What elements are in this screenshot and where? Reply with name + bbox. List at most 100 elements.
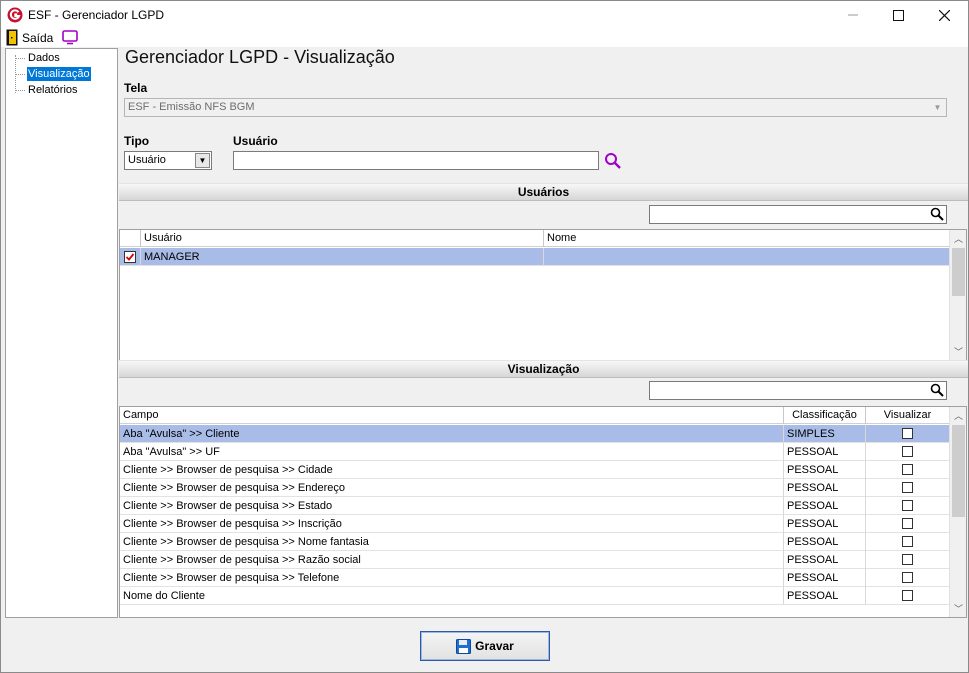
table-row[interactable]: Cliente >> Browser de pesquisa >> Nome f… <box>120 533 949 551</box>
chevron-down-icon[interactable]: ▼ <box>195 153 210 168</box>
checkbox-unchecked[interactable] <box>902 482 913 493</box>
table-row[interactable]: Aba "Avulsa" >> Cliente SIMPLES <box>120 425 949 443</box>
cell-classificacao: PESSOAL <box>784 587 866 605</box>
scroll-up-icon[interactable]: ︿ <box>950 230 966 247</box>
table-row[interactable]: Cliente >> Browser de pesquisa >> Telefo… <box>120 569 949 587</box>
checkbox-checked-icon[interactable] <box>124 251 136 263</box>
cell-visualizar[interactable] <box>866 461 949 479</box>
fields-vertical-scrollbar[interactable]: ︿ ﹀ <box>949 407 966 617</box>
checkbox-unchecked[interactable] <box>902 518 913 529</box>
scroll-down-icon[interactable]: ﹀ <box>950 343 966 360</box>
checkbox-unchecked[interactable] <box>902 536 913 547</box>
table-row[interactable]: Cliente >> Browser de pesquisa >> Cidade… <box>120 461 949 479</box>
tela-select-value: ESF - Emissão NFS BGM <box>128 101 255 113</box>
checkbox-unchecked[interactable] <box>902 428 913 439</box>
window-title: ESF - Gerenciador LGPD <box>28 8 165 22</box>
checkbox-unchecked[interactable] <box>902 464 913 475</box>
checkbox-unchecked[interactable] <box>902 590 913 601</box>
users-grid-header: Usuário Nome <box>120 230 949 247</box>
checkbox-unchecked[interactable] <box>902 554 913 565</box>
maximize-icon <box>892 9 904 21</box>
tipo-label: Tipo <box>124 134 150 148</box>
cell-classificacao: PESSOAL <box>784 515 866 533</box>
checkbox-unchecked[interactable] <box>902 500 913 511</box>
table-row[interactable]: Cliente >> Browser de pesquisa >> Endere… <box>120 479 949 497</box>
column-header-check <box>120 230 141 247</box>
minimize-icon <box>848 14 858 16</box>
app-window: ESF - Gerenciador LGPD Saída Dados Visua… <box>0 0 969 673</box>
view-filter-input[interactable] <box>649 381 947 400</box>
scroll-thumb[interactable] <box>952 425 965 517</box>
tela-label: Tela <box>124 81 148 95</box>
row-checkbox-cell[interactable] <box>120 248 141 266</box>
save-button[interactable]: Gravar <box>420 631 550 661</box>
maximize-button[interactable] <box>875 1 921 29</box>
tree-connector <box>15 90 25 91</box>
scroll-up-icon[interactable]: ︿ <box>950 407 966 424</box>
cell-campo: Cliente >> Browser de pesquisa >> Telefo… <box>120 569 784 587</box>
scroll-thumb[interactable] <box>952 248 965 296</box>
column-header-visualizar[interactable]: Visualizar <box>866 407 949 424</box>
fields-grid: Campo Classificação Visualizar Aba "Avul… <box>119 406 967 618</box>
table-row[interactable]: Cliente >> Browser de pesquisa >> Razão … <box>120 551 949 569</box>
cell-classificacao: PESSOAL <box>784 569 866 587</box>
close-button[interactable] <box>921 1 967 29</box>
column-header-campo[interactable]: Campo <box>120 407 784 424</box>
search-user-icon[interactable] <box>604 152 622 170</box>
cell-classificacao: SIMPLES <box>784 425 866 443</box>
cell-visualizar[interactable] <box>866 533 949 551</box>
cell-visualizar[interactable] <box>866 515 949 533</box>
cell-visualizar[interactable] <box>866 587 949 605</box>
table-row[interactable]: Aba "Avulsa" >> UF PESSOAL <box>120 443 949 461</box>
cell-campo: Cliente >> Browser de pesquisa >> Estado <box>120 497 784 515</box>
exit-door-icon <box>6 29 18 46</box>
cell-classificacao: PESSOAL <box>784 443 866 461</box>
tipo-select[interactable]: Usuário ▼ <box>124 151 212 170</box>
menu-bar: Saída <box>1 29 968 47</box>
checkbox-unchecked[interactable] <box>902 446 913 457</box>
cell-visualizar[interactable] <box>866 443 949 461</box>
search-icon[interactable] <box>930 383 944 397</box>
column-header-nome[interactable]: Nome <box>544 230 949 247</box>
view-section-header: Visualização <box>119 360 968 378</box>
minimize-button[interactable] <box>830 1 876 29</box>
tree-connector <box>15 58 25 59</box>
column-header-usuario[interactable]: Usuário <box>141 230 544 247</box>
monitor-icon[interactable] <box>62 30 78 45</box>
table-row[interactable]: Cliente >> Browser de pesquisa >> Inscri… <box>120 515 949 533</box>
table-row[interactable]: MANAGER <box>120 248 949 266</box>
cell-classificacao: PESSOAL <box>784 551 866 569</box>
chevron-down-icon: ▼ <box>933 103 942 112</box>
tree-connector <box>15 74 25 75</box>
cell-campo: Cliente >> Browser de pesquisa >> Razão … <box>120 551 784 569</box>
close-icon <box>938 9 950 21</box>
cell-visualizar[interactable] <box>866 479 949 497</box>
cell-visualizar[interactable] <box>866 551 949 569</box>
cell-classificacao: PESSOAL <box>784 479 866 497</box>
cell-visualizar[interactable] <box>866 425 949 443</box>
usuario-input[interactable] <box>233 151 599 170</box>
navigation-tree: Dados Visualização Relatórios <box>5 48 118 618</box>
usuario-label: Usuário <box>233 134 278 148</box>
search-icon[interactable] <box>930 207 944 221</box>
cell-classificacao: PESSOAL <box>784 533 866 551</box>
cell-campo: Aba "Avulsa" >> Cliente <box>120 425 784 443</box>
table-row[interactable]: Nome do Cliente PESSOAL <box>120 587 949 605</box>
menu-exit[interactable]: Saída <box>22 31 53 45</box>
tipo-select-value: Usuário <box>128 154 166 166</box>
cell-campo: Cliente >> Browser de pesquisa >> Inscri… <box>120 515 784 533</box>
users-vertical-scrollbar[interactable]: ︿ ﹀ <box>949 230 966 360</box>
tree-item-dados[interactable]: Dados <box>27 51 61 65</box>
cell-campo: Aba "Avulsa" >> UF <box>120 443 784 461</box>
checkbox-unchecked[interactable] <box>902 572 913 583</box>
table-row[interactable]: Cliente >> Browser de pesquisa >> Estado… <box>120 497 949 515</box>
cell-campo: Cliente >> Browser de pesquisa >> Endere… <box>120 479 784 497</box>
column-header-classificacao[interactable]: Classificação <box>784 407 866 424</box>
cell-visualizar[interactable] <box>866 569 949 587</box>
users-filter-input[interactable] <box>649 205 947 224</box>
cell-visualizar[interactable] <box>866 497 949 515</box>
tree-item-relatorios[interactable]: Relatórios <box>27 83 79 97</box>
save-button-label: Gravar <box>475 639 514 653</box>
tree-item-visualizacao[interactable]: Visualização <box>27 67 91 81</box>
scroll-down-icon[interactable]: ﹀ <box>950 600 966 617</box>
